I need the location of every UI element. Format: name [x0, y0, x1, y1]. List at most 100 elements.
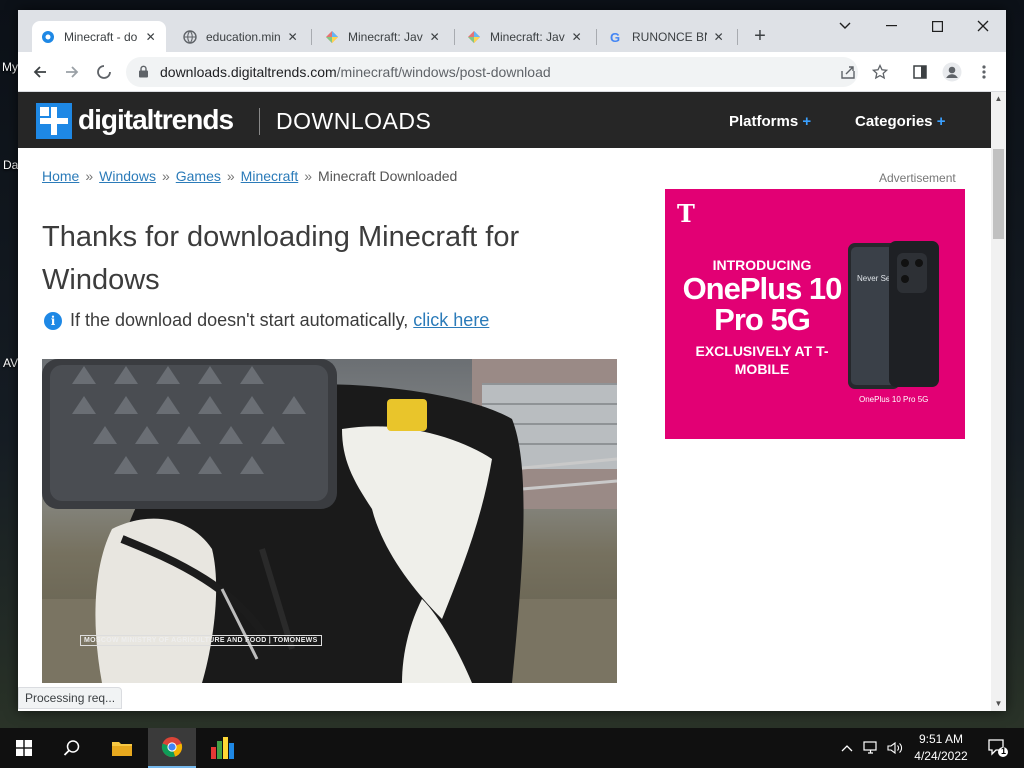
brand-logo-text[interactable]: digitaltrends [78, 104, 234, 136]
digitaltrends-favicon-icon [40, 29, 56, 45]
side-panel-icon[interactable] [908, 60, 932, 84]
tab-search-chevron-icon[interactable] [822, 12, 868, 40]
tab-minecraft-java-1[interactable]: Minecraft: Java ✕ [316, 21, 450, 52]
tab-education[interactable]: education.min ✕ [174, 21, 308, 52]
search-button[interactable] [48, 728, 96, 768]
new-tab-button[interactable]: + [748, 25, 772, 49]
lock-icon[interactable] [138, 65, 149, 83]
tmobile-logo-icon: T [677, 199, 695, 228]
start-button[interactable] [0, 728, 48, 768]
svg-text:G: G [610, 30, 620, 44]
close-window-button[interactable] [960, 12, 1006, 40]
clock-date: 4/24/2022 [914, 749, 968, 763]
address-bar[interactable]: downloads.digitaltrends.com/minecraft/wi… [126, 57, 858, 87]
close-tab-icon[interactable]: ✕ [569, 29, 584, 45]
breadcrumb-separator: » [304, 168, 313, 184]
kebab-menu-icon[interactable] [972, 60, 996, 84]
plus-icon: + [802, 113, 812, 130]
windows-taskbar: 9:51 AM 4/24/2022 1 [0, 728, 1024, 768]
volume-icon[interactable] [884, 728, 906, 768]
back-button[interactable] [26, 58, 54, 86]
click-here-link[interactable]: click here [413, 310, 489, 331]
windows-logo-icon [16, 740, 32, 756]
bookmark-star-icon[interactable] [868, 60, 892, 84]
browser-window: Minecraft - do ✕ education.min ✕ Minecra… [18, 10, 1006, 711]
google-favicon-icon: G [608, 29, 624, 45]
page-viewport: digitaltrends DOWNLOADS Platforms + Cate… [18, 92, 991, 711]
ad-product-name: OnePlus 10 Pro 5G [682, 271, 843, 337]
hero-video-image[interactable]: MOSCOW MINISTRY OF AGRICULTURE AND FOOD … [42, 359, 617, 683]
breadcrumb: Home » Windows » Games » Minecraft » Minecraft D… [42, 168, 457, 184]
file-explorer-button[interactable] [98, 728, 146, 768]
tab-title: Minecraft - do [64, 29, 138, 44]
tab-separator [454, 29, 455, 45]
maximize-button[interactable] [914, 12, 960, 40]
breadcrumb-current: Minecraft Downloaded [318, 168, 458, 184]
section-title[interactable]: DOWNLOADS [276, 108, 431, 135]
notification-count-badge: 1 [1001, 746, 1007, 756]
digitaltrends-logo-icon[interactable] [36, 103, 72, 139]
folder-icon [112, 742, 132, 756]
scroll-down-arrow-icon[interactable]: ▼ [991, 697, 1006, 711]
tab-title: Minecraft: Java [490, 29, 566, 44]
breadcrumb-link-windows[interactable]: Windows [99, 168, 156, 184]
info-icon: i [44, 311, 62, 330]
download-note-text: If the download doesn't start automatica… [70, 310, 409, 330]
breadcrumb-link-games[interactable]: Games [176, 168, 221, 184]
stop-loading-button[interactable] [90, 58, 118, 86]
tab-title: education.min [206, 29, 281, 44]
network-icon[interactable] [860, 728, 882, 768]
breadcrumb-separator: » [161, 168, 170, 184]
site-header: digitaltrends DOWNLOADS Platforms + Cate… [18, 92, 991, 148]
phone-image-icon: Never Settle [848, 241, 939, 389]
plus-icon: + [936, 113, 946, 130]
tab-separator [311, 29, 312, 45]
minimize-button[interactable] [868, 12, 914, 40]
close-tab-icon[interactable]: ✕ [285, 29, 300, 45]
bar-app-icon [211, 737, 234, 759]
scroll-up-arrow-icon[interactable]: ▲ [991, 92, 1006, 106]
tab-separator [596, 29, 597, 45]
tab-separator [737, 29, 738, 45]
globe-icon [182, 29, 198, 45]
profile-avatar-icon[interactable] [940, 60, 964, 84]
close-tab-icon[interactable]: ✕ [143, 29, 158, 45]
clock-time: 9:51 AM [918, 732, 964, 746]
advertisement-label: Advertisement [879, 171, 956, 185]
app-taskbar-button[interactable] [198, 728, 246, 768]
breadcrumb-link-minecraft[interactable]: Minecraft [241, 168, 299, 184]
show-hidden-icons-chevron-icon[interactable] [838, 728, 856, 768]
breadcrumb-link-home[interactable]: Home [42, 168, 79, 184]
nav-categories[interactable]: Categories + [855, 113, 945, 130]
tab-title: Minecraft: Java [348, 29, 424, 44]
page-scrollbar[interactable]: ▲ ▼ [991, 92, 1006, 711]
chrome-taskbar-button[interactable] [148, 728, 196, 768]
minecraft-favicon-icon [466, 29, 482, 45]
desktop-icon-label[interactable]: AV [3, 356, 18, 370]
ad-phone-caption: OnePlus 10 Pro 5G [859, 395, 929, 404]
desktop-icon-label[interactable]: My [2, 60, 18, 74]
url-text: downloads.digitaltrends.com/minecraft/wi… [160, 64, 551, 80]
header-divider [259, 108, 260, 135]
tab-minecraft-download[interactable]: Minecraft - do ✕ [32, 21, 166, 52]
breadcrumb-separator: » [85, 168, 94, 184]
download-note: i If the download doesn't start automati… [44, 310, 489, 331]
desktop-icon-label[interactable]: Da [3, 158, 18, 172]
tab-title: RUNONCE BNE [632, 29, 707, 44]
hero-caption: MOSCOW MINISTRY OF AGRICULTURE AND FOOD … [80, 635, 322, 646]
notification-center-button[interactable]: 1 [978, 728, 1018, 768]
share-icon[interactable] [836, 60, 860, 84]
close-tab-icon[interactable]: ✕ [711, 29, 726, 45]
tab-runonce[interactable]: G RUNONCE BNE ✕ [600, 21, 734, 52]
scrollbar-thumb[interactable] [993, 149, 1004, 239]
close-tab-icon[interactable]: ✕ [427, 29, 442, 45]
tab-strip: Minecraft - do ✕ education.min ✕ Minecra… [18, 10, 1006, 52]
chrome-icon [161, 737, 183, 758]
nav-platforms[interactable]: Platforms + [729, 113, 811, 130]
page-title: Thanks for downloading Minecraft for Win… [42, 221, 520, 296]
forward-button[interactable] [58, 58, 86, 86]
browser-toolbar: downloads.digitaltrends.com/minecraft/wi… [18, 52, 1006, 92]
oneplus-advertisement[interactable]: T INTRODUCING OnePlus 10 Pro 5G EXCLUSIV… [665, 189, 965, 439]
taskbar-clock[interactable]: 9:51 AM 4/24/2022 [912, 731, 970, 765]
tab-minecraft-java-2[interactable]: Minecraft: Java ✕ [458, 21, 592, 52]
